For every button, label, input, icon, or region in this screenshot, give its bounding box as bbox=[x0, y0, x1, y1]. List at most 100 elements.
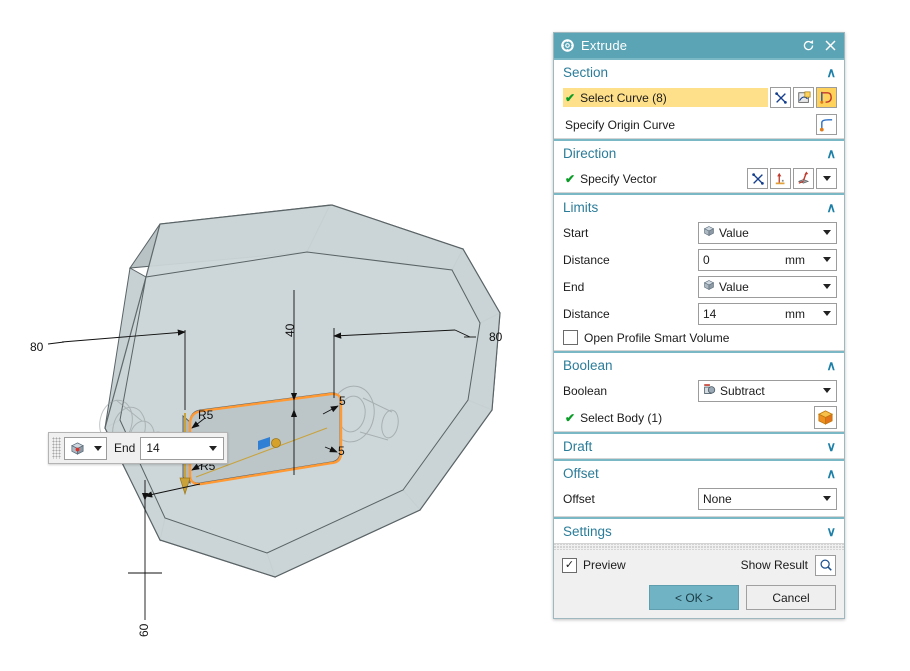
specify-vector-label: Specify Vector bbox=[580, 171, 657, 186]
extrude-type-dropdown-arrow[interactable] bbox=[89, 445, 106, 451]
preview-checkbox[interactable]: ✓ bbox=[562, 557, 577, 573]
section-header[interactable]: Section ∧ bbox=[554, 58, 844, 84]
select-curve-field[interactable]: ✔ Select Curve (8) bbox=[563, 88, 768, 107]
reset-icon[interactable] bbox=[802, 39, 815, 52]
offset-type-value: None bbox=[703, 491, 732, 506]
float-end-dropdown-arrow[interactable] bbox=[209, 445, 223, 451]
chevron-down-icon[interactable] bbox=[823, 257, 831, 262]
magnifier-icon[interactable] bbox=[815, 554, 836, 576]
limits-start-label: Start bbox=[563, 225, 589, 240]
vector-dropdown-icon[interactable] bbox=[816, 168, 837, 189]
dialog-title: Extrude bbox=[581, 38, 628, 53]
limits-end-type-combo[interactable]: Value bbox=[698, 275, 837, 298]
limits-end-type-value: Value bbox=[719, 279, 749, 294]
limits-end-distance-value: 14 bbox=[703, 306, 717, 321]
cancel-button[interactable]: Cancel bbox=[746, 585, 836, 610]
offset-panel: Offset ∧ Offset None bbox=[554, 459, 844, 517]
sketch-section-icon[interactable] bbox=[793, 87, 814, 108]
float-end-label: End bbox=[114, 441, 136, 455]
select-body-row[interactable]: ✔ Select Body (1) bbox=[554, 404, 844, 431]
chevron-down-icon[interactable] bbox=[823, 388, 831, 393]
chevron-down-icon[interactable] bbox=[823, 496, 831, 501]
boolean-type-label: Boolean bbox=[563, 383, 608, 398]
limits-start-distance-field[interactable]: 0 mm bbox=[698, 248, 837, 271]
limits-start-distance-label: Distance bbox=[563, 252, 610, 267]
limits-header-label: Limits bbox=[563, 199, 599, 215]
offset-type-label: Offset bbox=[563, 491, 595, 506]
section-collapse-chevron[interactable]: ∧ bbox=[826, 66, 836, 79]
dim-bottom-60: 60 bbox=[137, 623, 151, 637]
limits-start-distance-unit: mm bbox=[785, 252, 805, 267]
limits-start-type-combo[interactable]: Value bbox=[698, 221, 837, 244]
limits-end-row: End Value bbox=[554, 273, 844, 300]
open-profile-checkbox[interactable] bbox=[563, 330, 578, 345]
settings-header-label: Settings bbox=[563, 523, 612, 539]
sketch-curve-icon[interactable] bbox=[816, 87, 837, 108]
limits-end-label: End bbox=[563, 279, 585, 294]
ok-button[interactable]: < OK > bbox=[649, 585, 739, 610]
chevron-down-icon[interactable] bbox=[823, 311, 831, 316]
origin-curve-icon[interactable] bbox=[816, 114, 837, 135]
on-screen-input-toolbar[interactable]: End 14 bbox=[48, 432, 229, 464]
chevron-down-icon[interactable] bbox=[823, 230, 831, 235]
dialog-titlebar[interactable]: Extrude bbox=[554, 33, 844, 58]
direction-panel: Direction ∧ ✔ Specify Vector bbox=[554, 139, 844, 193]
specify-vector-row[interactable]: ✔ Specify Vector bbox=[554, 165, 844, 192]
boolean-collapse-chevron[interactable]: ∧ bbox=[826, 359, 836, 372]
graphics-viewport[interactable]: 80 80 40 60 R5 R5 5 5 End 14 bbox=[0, 0, 553, 671]
select-curve-label: Select Curve (8) bbox=[580, 90, 667, 105]
vector-dialog-icon[interactable] bbox=[770, 168, 791, 189]
close-icon[interactable] bbox=[824, 39, 837, 52]
limits-end-distance-field[interactable]: 14 mm bbox=[698, 302, 837, 325]
float-end-value-text: 14 bbox=[146, 441, 160, 455]
draft-header-label: Draft bbox=[563, 438, 593, 454]
float-end-value-field[interactable]: 14 bbox=[140, 436, 225, 460]
boolean-type-combo[interactable]: Subtract bbox=[698, 379, 837, 402]
offset-collapse-chevron[interactable]: ∧ bbox=[826, 467, 836, 480]
limits-start-distance-value: 0 bbox=[703, 252, 710, 267]
section-header-label: Section bbox=[563, 64, 609, 80]
direction-collapse-chevron[interactable]: ∧ bbox=[826, 147, 836, 160]
draft-collapse-chevron[interactable]: ∨ bbox=[826, 440, 836, 453]
preview-label: Preview bbox=[583, 558, 626, 572]
specify-origin-curve-label: Specify Origin Curve bbox=[565, 117, 676, 132]
select-curve-row[interactable]: ✔ Select Curve (8) bbox=[554, 84, 844, 111]
dim-radius-r5-tl: R5 bbox=[198, 408, 214, 422]
dim-radius-r5-tr: 5 bbox=[339, 394, 346, 408]
settings-header[interactable]: Settings ∨ bbox=[554, 517, 844, 543]
limits-header[interactable]: Limits ∧ bbox=[554, 193, 844, 219]
specify-origin-curve-field[interactable]: Specify Origin Curve bbox=[563, 115, 814, 134]
chevron-down-icon[interactable] bbox=[823, 284, 831, 289]
direction-header[interactable]: Direction ∧ bbox=[554, 139, 844, 165]
boolean-panel: Boolean ∧ Boolean Subtract ✔ Select Body… bbox=[554, 351, 844, 432]
limits-start-type-value: Value bbox=[719, 225, 749, 240]
offset-type-combo[interactable]: None bbox=[698, 487, 837, 510]
curve-rule-icon[interactable] bbox=[770, 87, 791, 108]
boolean-header[interactable]: Boolean ∧ bbox=[554, 351, 844, 377]
specify-vector-field[interactable]: ✔ Specify Vector bbox=[563, 169, 745, 188]
vector-constructor-icon[interactable] bbox=[793, 168, 814, 189]
solid-body bbox=[104, 204, 501, 578]
preview-checkbox-row[interactable]: ✓ Preview bbox=[562, 557, 626, 573]
check-icon: ✔ bbox=[565, 90, 576, 105]
toolbar-grip-handle[interactable] bbox=[52, 437, 61, 459]
select-body-field[interactable]: ✔ Select Body (1) bbox=[563, 408, 812, 427]
check-icon: ✔ bbox=[565, 410, 576, 425]
extrude-dialog[interactable]: Extrude Section ∧ ✔ Select Curve (8) Spe… bbox=[553, 32, 845, 619]
limits-collapse-chevron[interactable]: ∧ bbox=[826, 201, 836, 214]
offset-header[interactable]: Offset ∧ bbox=[554, 459, 844, 485]
draft-header[interactable]: Draft ∨ bbox=[554, 432, 844, 458]
dim-right-80: 80 bbox=[489, 330, 503, 344]
inferred-vector-icon[interactable] bbox=[747, 168, 768, 189]
check-mark-icon: ✓ bbox=[564, 558, 575, 571]
specify-origin-curve-row[interactable]: Specify Origin Curve bbox=[554, 111, 844, 138]
orange-cube-icon[interactable] bbox=[814, 406, 837, 429]
select-body-label: Select Body (1) bbox=[580, 410, 663, 425]
settings-collapse-chevron[interactable]: ∨ bbox=[826, 525, 836, 538]
value-cube-icon bbox=[703, 279, 715, 294]
extrude-type-combo[interactable] bbox=[64, 436, 107, 460]
offset-header-label: Offset bbox=[563, 465, 599, 481]
open-profile-row[interactable]: Open Profile Smart Volume bbox=[554, 327, 844, 350]
model-canvas: 80804060R5R555 bbox=[30, 204, 503, 637]
settings-panel: Settings ∨ bbox=[554, 517, 844, 544]
